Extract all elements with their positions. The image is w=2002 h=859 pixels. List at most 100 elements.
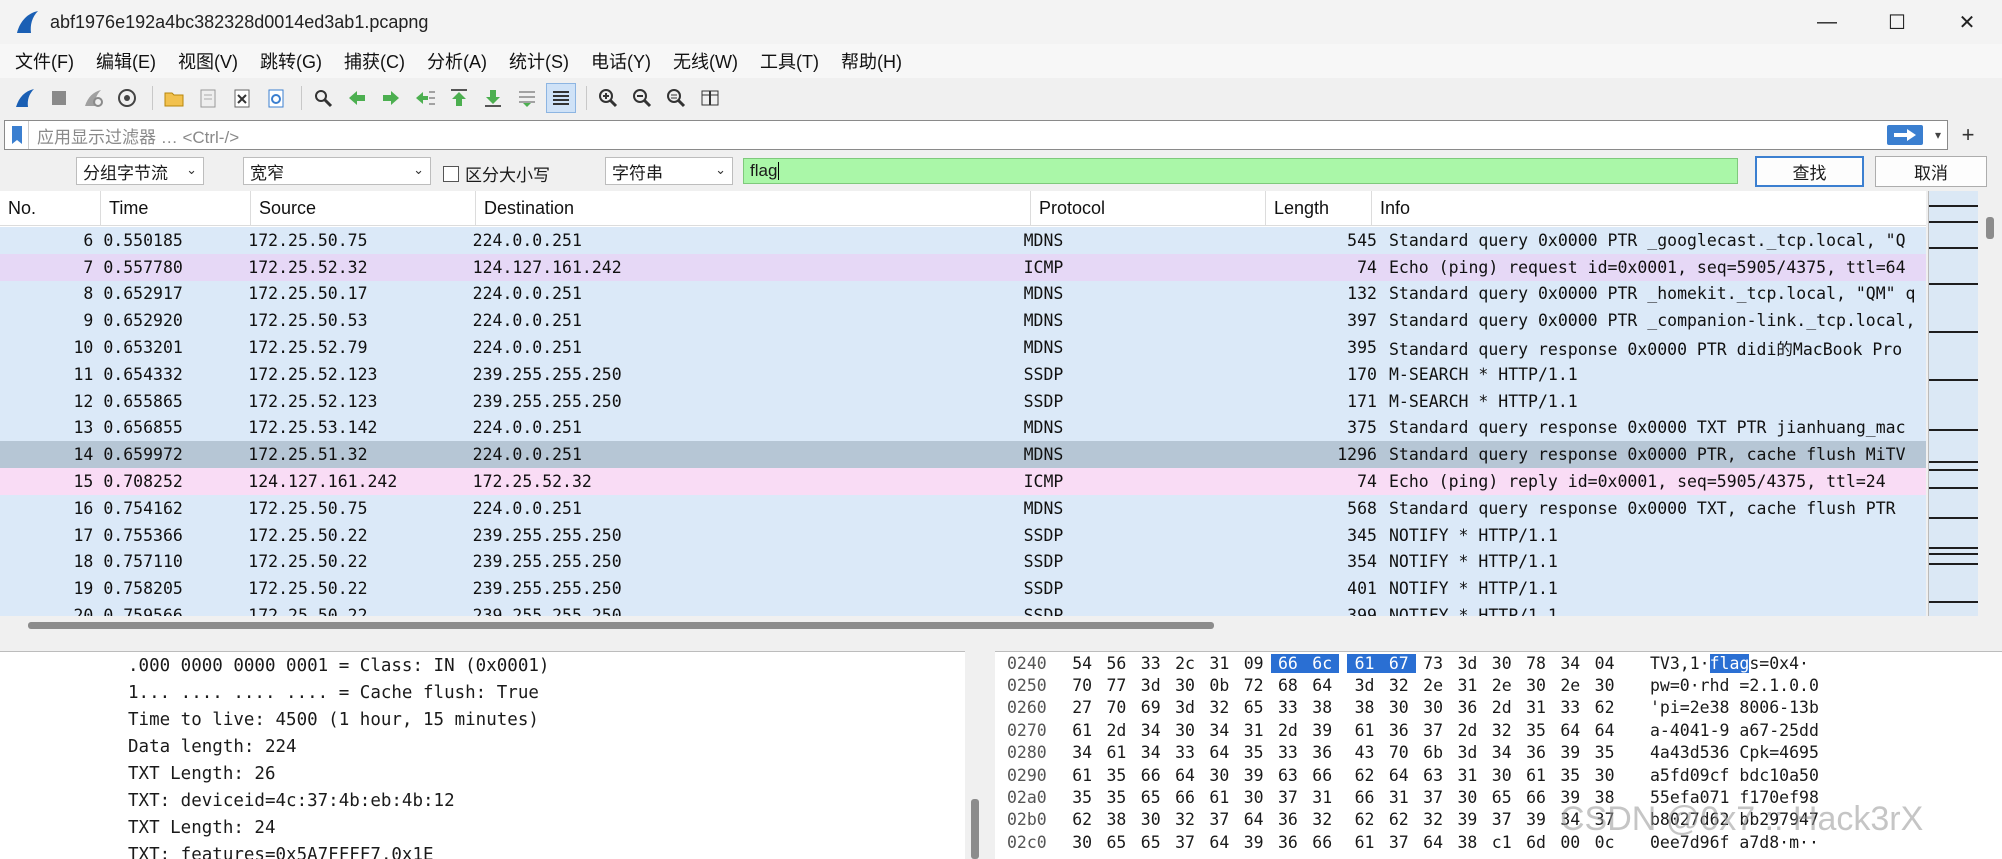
hex-byte[interactable]: 61 [1347,833,1381,852]
hex-byte[interactable]: 2e [1553,676,1587,695]
menu-help[interactable]: 帮助(H) [832,48,911,74]
column-header-no[interactable]: No. [0,191,101,226]
colorize-list-icon[interactable] [546,83,576,113]
hex-byte[interactable]: 31 [1202,654,1236,673]
hex-byte[interactable]: 64 [1416,833,1450,852]
hex-byte[interactable]: 6d [1519,833,1553,852]
hex-byte[interactable]: 72 [1236,676,1270,695]
hex-byte[interactable]: 77 [1099,676,1133,695]
hex-byte[interactable]: 2c [1168,654,1202,673]
hex-byte[interactable]: 30 [1202,766,1236,785]
hex-byte[interactable]: 39 [1236,833,1270,852]
detail-line[interactable]: Time to live: 4500 (1 hour, 15 minutes) [0,706,985,733]
hex-byte[interactable]: 61 [1202,788,1236,807]
packet-row[interactable]: 16 0.754162 172.25.50.75 224.0.0.251 MDNS 568… [0,494,1926,522]
hex-byte[interactable]: 0c [1587,833,1621,852]
auto-scroll-icon[interactable] [512,83,542,113]
hex-byte[interactable]: 30 [1416,698,1450,717]
scrollbar-thumb[interactable] [1986,217,1994,239]
hex-byte[interactable]: 73 [1416,654,1450,673]
hex-byte[interactable]: 34 [1553,810,1587,829]
hex-byte[interactable]: 2d [1099,721,1133,740]
hex-byte[interactable]: 30 [1382,698,1416,717]
hex-byte[interactable]: 70 [1382,743,1416,762]
minimize-button[interactable]: — [1792,0,1862,44]
hex-byte[interactable]: 54 [1065,654,1099,673]
hex-byte[interactable]: 36 [1271,833,1305,852]
hex-byte[interactable]: 65 [1236,698,1270,717]
packet-row[interactable]: 20 0.759566 172.25.50.22 239.255.255.250 SSD… [0,602,1926,616]
hex-byte[interactable]: 31 [1382,788,1416,807]
hex-byte[interactable]: 3d [1450,743,1484,762]
find-packet-icon[interactable] [308,83,338,113]
detail-line[interactable]: TXT: features=0x5A7FFFF7,0x1E [0,841,985,859]
menu-statistics[interactable]: 统计(S) [500,48,578,74]
bytes-line[interactable]: 02a0 35 35 65 66 61 30 37 31 66 31 37 30 65 66 39 38 55ef… [995,786,2002,808]
hex-byte[interactable]: 2d [1485,698,1519,717]
scrollbar-thumb[interactable] [971,799,979,859]
bytes-line[interactable]: 0290 61 35 66 64 30 39 63 66 62 64 63 31 30 61 35 30 a5fd… [995,764,2002,786]
stop-capture-icon[interactable] [44,83,74,113]
detail-line[interactable]: TXT Length: 24 [0,814,985,841]
hex-byte[interactable]: 2e [1485,676,1519,695]
hex-byte[interactable]: 33 [1134,654,1168,673]
hex-byte[interactable]: 66 [1134,766,1168,785]
hex-byte[interactable]: 62 [1382,810,1416,829]
packet-row[interactable]: 9 0.652920 172.25.50.53 224.0.0.251 MDNS 397 S… [0,307,1926,335]
hex-byte[interactable]: 66 [1347,788,1381,807]
hex-byte[interactable]: 09 [1236,654,1270,673]
hex-byte[interactable]: 63 [1416,766,1450,785]
search-type-select[interactable]: 字符串 ⌄ [605,157,733,185]
start-capture-icon[interactable] [10,83,40,113]
hex-byte[interactable]: 37 [1416,788,1450,807]
hex-byte[interactable]: 35 [1236,743,1270,762]
hex-byte[interactable]: 38 [1305,698,1339,717]
packet-row[interactable]: 8 0.652917 172.25.50.17 224.0.0.251 MDNS 132 S… [0,280,1926,308]
go-forward-icon[interactable] [376,83,406,113]
hex-byte[interactable]: 37 [1416,721,1450,740]
hex-byte[interactable]: 39 [1519,810,1553,829]
packet-row[interactable]: 12 0.655865 172.25.52.123 239.255.255.250 SS… [0,387,1926,415]
filter-history-dropdown-icon[interactable]: ▾ [1929,128,1947,142]
hex-byte[interactable]: 36 [1519,743,1553,762]
column-header-destination[interactable]: Destination [476,191,1031,226]
hex-byte[interactable]: 32 [1416,810,1450,829]
detail-line[interactable]: TXT: deviceid=4c:37:4b:eb:4b:12 [0,787,985,814]
add-filter-button-icon[interactable]: + [1955,122,1981,148]
hex-byte[interactable]: 62 [1347,766,1381,785]
hex-byte[interactable]: 69 [1134,698,1168,717]
hex-byte[interactable]: 30 [1168,676,1202,695]
packet-row[interactable]: 18 0.757110 172.25.50.22 239.255.255.250 SSD… [0,548,1926,576]
hex-byte[interactable]: 30 [1168,721,1202,740]
hex-byte[interactable]: 66 [1305,766,1339,785]
hex-byte[interactable]: 33 [1553,698,1587,717]
hex-byte[interactable]: 38 [1347,698,1381,717]
hex-byte[interactable]: 64 [1168,766,1202,785]
hex-byte[interactable]: 37 [1168,833,1202,852]
packet-list-horizontal-scrollbar[interactable] [0,617,1926,633]
hex-byte[interactable]: 35 [1553,766,1587,785]
hex-byte[interactable]: 38 [1587,788,1621,807]
hex-byte[interactable]: 32 [1382,676,1416,695]
hex-byte[interactable]: 61 [1065,721,1099,740]
hex-byte[interactable]: 64 [1202,833,1236,852]
reload-file-icon[interactable] [261,83,291,113]
menu-capture[interactable]: 捕获(C) [335,48,414,74]
menu-edit[interactable]: 编辑(E) [87,48,165,74]
hex-byte[interactable]: 38 [1099,810,1133,829]
column-header-info[interactable]: Info [1372,191,1926,226]
zoom-in-icon[interactable] [593,83,623,113]
find-button[interactable]: 查找 [1755,156,1864,187]
hex-byte[interactable]: 39 [1236,766,1270,785]
column-header-source[interactable]: Source [251,191,476,226]
hex-byte[interactable]: 38 [1450,833,1484,852]
hex-byte[interactable]: 0b [1202,676,1236,695]
save-file-icon[interactable] [193,83,223,113]
hex-byte[interactable]: 6c [1305,653,1340,673]
hex-byte[interactable]: 61 [1519,766,1553,785]
pane-splitter[interactable] [985,651,995,859]
menu-tools[interactable]: 工具(T) [751,48,828,74]
hex-byte[interactable]: 30 [1236,788,1270,807]
open-file-icon[interactable] [159,83,189,113]
packet-minimap[interactable] [1928,191,1979,616]
